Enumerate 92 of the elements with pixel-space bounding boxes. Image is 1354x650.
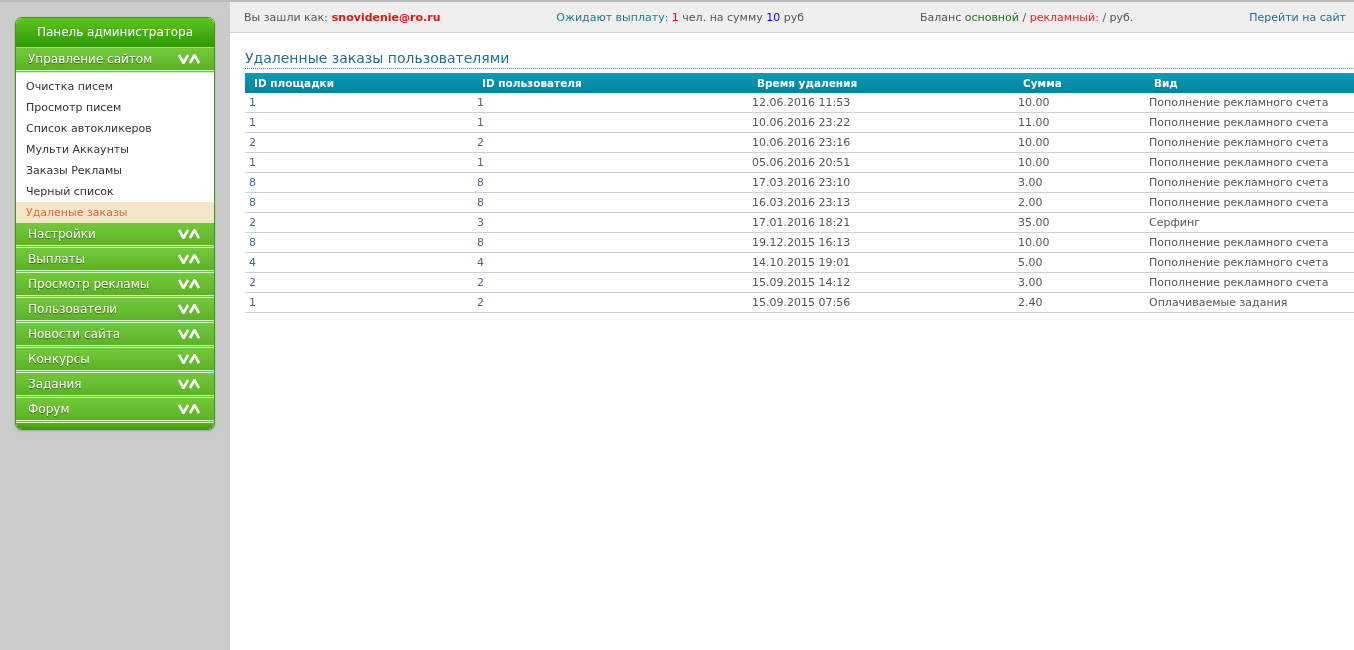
table-cell-text: 8	[476, 235, 485, 251]
table-cell-text: 2	[476, 295, 485, 311]
chevrons-icon	[178, 379, 200, 389]
login-label: Вы зашли как:	[244, 10, 328, 24]
menu-section-header[interactable]: Настройки	[16, 223, 214, 248]
table-cell-text: 1	[476, 155, 485, 171]
table-cell-text: 11.00	[1017, 115, 1051, 131]
table-cell-text: 1	[248, 155, 257, 171]
page-title: Удаленные заказы пользователями	[245, 50, 1354, 69]
table-cell-text: 2	[248, 135, 257, 151]
column-header: ID пользователя	[481, 76, 583, 91]
table-cell-text: 4	[248, 255, 257, 271]
menu-section-header[interactable]: Просмотр рекламы	[16, 273, 214, 298]
table-cell-text: 2.40	[1017, 295, 1044, 311]
table-cell-text: 3.00	[1017, 175, 1044, 191]
table-cell-text: 10.00	[1017, 95, 1051, 111]
chevrons-icon	[178, 404, 200, 414]
table-cell-text: 2	[248, 215, 257, 231]
table-cell-text: 10.00	[1017, 235, 1051, 251]
menu-section-header[interactable]: Новости сайта	[16, 323, 214, 348]
table-cell-text: 4	[476, 255, 485, 271]
table-cell-text: Оплачиваемые задания	[1148, 295, 1289, 311]
table-cell-text: 10.00	[1017, 155, 1051, 171]
table-cell-text: 14.10.2015 19:01	[751, 255, 852, 271]
table-cell-text: 05.06.2016 20:51	[751, 155, 852, 171]
table-cell-text: 2	[476, 275, 485, 291]
table-cell-text: Пополнение рекламного счета	[1148, 195, 1330, 211]
menu-section-header[interactable]: Задания	[16, 373, 214, 398]
table-cell-text: 15.09.2015 07:56	[751, 295, 852, 311]
site-link[interactable]: Перейти на сайт	[1249, 10, 1346, 24]
table-cell-text: 10.06.2016 23:22	[751, 115, 852, 131]
table-cell-text: 16.03.2016 23:13	[751, 195, 852, 211]
chevrons-icon	[178, 279, 200, 289]
chevrons-icon	[178, 329, 200, 339]
menu-section-header[interactable]: Выплаты	[16, 248, 214, 273]
table-cell-text: 35.00	[1017, 215, 1051, 231]
column-header: Вид	[1153, 76, 1179, 91]
table-cell-text: Пополнение рекламного счета	[1148, 255, 1330, 271]
table-cell-text: Пополнение рекламного счета	[1148, 135, 1330, 151]
table-cell-text: 10.06.2016 23:16	[751, 135, 852, 151]
menu-item[interactable]: Удаленые заказы	[16, 202, 214, 223]
menu-section-header[interactable]: Управление сайтом	[16, 48, 214, 73]
chevrons-icon	[178, 354, 200, 364]
table-cell-text: 5.00	[1017, 255, 1044, 271]
table-cell-text: 15.09.2015 14:12	[751, 275, 852, 291]
table-cell-text: 8	[476, 195, 485, 211]
table-cell-text: 8	[476, 175, 485, 191]
menu-title: Панель администратора	[16, 18, 214, 48]
table-cell-text: 8	[248, 235, 257, 251]
menu-item[interactable]: Мульти Аккаунты	[16, 139, 214, 160]
table-cell-text: Пополнение рекламного счета	[1148, 115, 1330, 131]
menu-section-header[interactable]: Конкурсы	[16, 348, 214, 373]
menu-item[interactable]: Заказы Рекламы	[16, 160, 214, 181]
table-cell-text: 1	[476, 95, 485, 111]
table-cell-text: Пополнение рекламного счета	[1148, 235, 1330, 251]
table-cell-text: 8	[248, 195, 257, 211]
table-cell-text: 19.12.2015 16:13	[751, 235, 852, 251]
table-cell-text: 17.01.2016 18:21	[751, 215, 852, 231]
balance-status: Баланс основной / рекламный: / руб.	[919, 10, 1134, 24]
chevrons-icon	[178, 254, 200, 264]
table-cell-text: Серфинг	[1148, 215, 1201, 231]
payout-status: Ожидают выплату: 1 чел. на сумму 10 руб	[556, 10, 804, 24]
column-header: Сумма	[1022, 76, 1063, 91]
column-header: ID площадки	[253, 76, 336, 91]
chevrons-icon	[178, 229, 200, 239]
menu-item[interactable]: Черный список	[16, 181, 214, 202]
table-cell-text: 1	[248, 95, 257, 111]
table-cell-text: Пополнение рекламного счета	[1148, 175, 1330, 191]
menu-item[interactable]: Очистка писем	[16, 76, 214, 97]
table-cell-text: Пополнение рекламного счета	[1148, 275, 1330, 291]
chevrons-icon	[178, 54, 200, 64]
table-cell-text: 3.00	[1017, 275, 1044, 291]
table-cell-text: 1	[248, 295, 257, 311]
username: snovidenie@ro.ru	[331, 10, 441, 24]
table-cell-text: 2	[248, 275, 257, 291]
table-cell-text: 17.03.2016 23:10	[751, 175, 852, 191]
menu-item[interactable]: Просмотр писем	[16, 97, 214, 118]
table-cell-text: 2.00	[1017, 195, 1044, 211]
table-cell-text: Пополнение рекламного счета	[1148, 155, 1330, 171]
table-cell-text: 3	[476, 215, 485, 231]
table-cell-text: 12.06.2016 11:53	[751, 95, 852, 111]
table-cell-text: 1	[248, 115, 257, 131]
menu-section-header[interactable]: Форум	[16, 398, 214, 423]
table-cell-text: Пополнение рекламного счета	[1148, 95, 1330, 111]
table-cell-text: 1	[476, 115, 485, 131]
table-cell-text: 10.00	[1017, 135, 1051, 151]
menu-section-header[interactable]: Пользователи	[16, 298, 214, 323]
chevrons-icon	[178, 304, 200, 314]
menu-item[interactable]: Список автокликеров	[16, 118, 214, 139]
table-cell-text: 8	[248, 175, 257, 191]
column-header: Время удаления	[756, 76, 859, 91]
table-cell-text: 2	[476, 135, 485, 151]
